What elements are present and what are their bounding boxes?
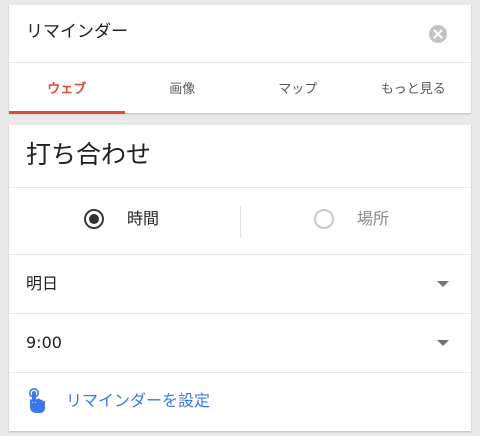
search-query[interactable]: リマインダー — [26, 21, 128, 43]
radio-label-place: 場所 — [357, 209, 390, 228]
reminder-title[interactable]: 打ち合わせ — [26, 139, 151, 171]
radio-option-place[interactable]: 場所 — [314, 188, 444, 254]
set-reminder-label: リマインダーを設定 — [66, 391, 211, 410]
close-circle-icon — [429, 25, 447, 43]
tab-more-label: もっと見る — [380, 82, 446, 97]
type-divider — [240, 206, 241, 238]
tab-images-label: 画像 — [169, 82, 196, 97]
set-reminder-button[interactable]: リマインダーを設定 — [9, 373, 471, 431]
reminder-title-row[interactable]: 打ち合わせ — [9, 125, 471, 188]
radio-dot — [89, 214, 99, 224]
search-bar[interactable]: リマインダー — [9, 5, 471, 61]
tab-web[interactable]: ウェブ — [9, 63, 125, 114]
tab-images[interactable]: 画像 — [125, 63, 241, 114]
reminder-card: 打ち合わせ 時間 場所 明日 9:00 リマインダーを設定 — [9, 125, 471, 431]
radio-button-unchecked[interactable] — [314, 209, 334, 229]
search-card: リマインダー ウェブ 画像 マップ もっと見る — [9, 5, 471, 114]
tab-maps-label: マップ — [278, 82, 318, 97]
search-tabs: ウェブ 画像 マップ もっと見る — [9, 62, 471, 114]
dropdown-arrow-icon — [437, 281, 449, 287]
dropdown-arrow-icon — [437, 340, 449, 346]
tab-web-label: ウェブ — [47, 82, 87, 97]
radio-label-time: 時間 — [127, 209, 160, 228]
time-dropdown[interactable]: 9:00 — [9, 314, 471, 373]
radio-button-checked[interactable] — [84, 209, 104, 229]
date-dropdown[interactable]: 明日 — [9, 255, 471, 314]
touch-hand-icon — [29, 388, 45, 413]
clear-search-button[interactable] — [428, 24, 448, 44]
tab-more[interactable]: もっと見る — [356, 63, 472, 114]
active-tab-indicator — [9, 111, 125, 114]
date-value: 明日 — [26, 274, 59, 293]
tab-maps[interactable]: マップ — [240, 63, 356, 114]
radio-option-time[interactable]: 時間 — [84, 188, 214, 254]
time-value: 9:00 — [26, 333, 62, 352]
reminder-type-selector: 時間 場所 — [9, 188, 471, 255]
